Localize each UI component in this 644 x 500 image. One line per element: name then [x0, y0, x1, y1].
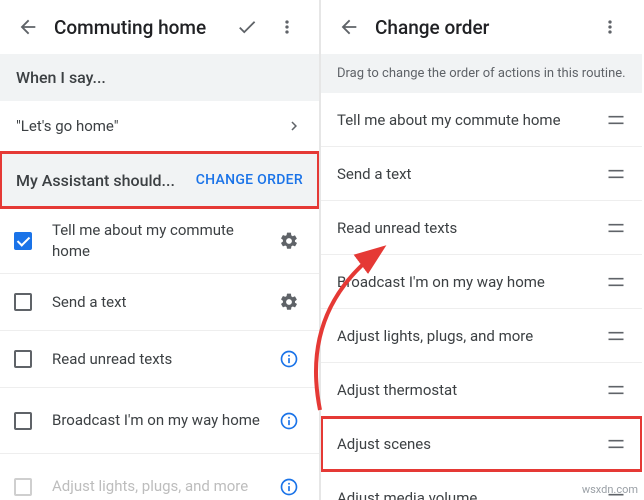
action-label: Broadcast I'm on my way home	[52, 410, 271, 430]
drag-hint: Drag to change the order of actions in t…	[321, 54, 642, 93]
action-label: Send a text	[52, 292, 271, 312]
order-row[interactable]: Adjust media volume	[321, 471, 642, 500]
order-label: Broadcast I'm on my way home	[337, 273, 545, 291]
page-title-right: Change order	[369, 16, 590, 39]
order-label: Tell me about my commute home	[337, 111, 561, 129]
actions-list: Tell me about my commute home Send a text…	[0, 208, 319, 500]
page-title-left: Commuting home	[48, 16, 227, 39]
drag-handle-icon[interactable]	[606, 272, 626, 292]
more-vert-icon[interactable]	[590, 7, 630, 47]
trigger-phrase-text: "Let's go home"	[16, 117, 119, 135]
order-row[interactable]: Adjust thermostat	[321, 363, 642, 417]
action-row[interactable]: Read unread texts	[0, 331, 319, 388]
appbar-right: Change order	[321, 0, 642, 54]
assistant-should-header: My Assistant should... CHANGE ORDER	[0, 152, 319, 208]
when-i-say-header: When I say...	[0, 54, 319, 101]
drag-handle-icon[interactable]	[606, 326, 626, 346]
action-checkbox[interactable]	[14, 232, 32, 250]
drag-handle-icon[interactable]	[606, 434, 626, 454]
drag-handle-icon[interactable]	[606, 164, 626, 184]
action-checkbox	[14, 478, 32, 496]
chevron-right-icon	[285, 117, 303, 135]
trigger-phrase-row[interactable]: "Let's go home"	[0, 101, 319, 152]
action-row[interactable]: Adjust lights, plugs, and more	[0, 454, 319, 500]
drag-handle-icon[interactable]	[606, 488, 626, 500]
appbar-left: Commuting home	[0, 0, 319, 54]
order-label: Adjust media volume	[337, 489, 477, 500]
back-icon[interactable]	[8, 7, 48, 47]
back-icon[interactable]	[329, 7, 369, 47]
action-row[interactable]: Broadcast I'm on my way home	[0, 388, 319, 454]
more-vert-icon[interactable]	[267, 7, 307, 47]
order-label: Adjust thermostat	[337, 381, 457, 399]
order-label: Send a text	[337, 165, 411, 183]
action-checkbox[interactable]	[14, 293, 32, 311]
order-row[interactable]: Broadcast I'm on my way home	[321, 255, 642, 309]
order-row[interactable]: Adjust scenes	[321, 417, 642, 471]
drag-handle-icon[interactable]	[606, 110, 626, 130]
gear-icon[interactable]	[271, 284, 307, 320]
routine-detail-screen: Commuting home When I say... "Let's go h…	[0, 0, 321, 500]
when-i-say-label: When I say...	[16, 68, 106, 87]
order-row[interactable]: Read unread texts	[321, 201, 642, 255]
action-row[interactable]: Tell me about my commute home	[0, 208, 319, 274]
info-icon[interactable]	[271, 341, 307, 377]
order-label: Adjust scenes	[337, 435, 431, 453]
drag-handle-icon[interactable]	[606, 218, 626, 238]
order-row[interactable]: Adjust lights, plugs, and more	[321, 309, 642, 363]
assistant-should-label: My Assistant should...	[16, 171, 175, 190]
order-label: Read unread texts	[337, 219, 457, 237]
order-row[interactable]: Send a text	[321, 147, 642, 201]
change-order-button[interactable]: CHANGE ORDER	[188, 166, 311, 194]
action-checkbox[interactable]	[14, 412, 32, 430]
confirm-icon[interactable]	[227, 7, 267, 47]
action-label: Adjust lights, plugs, and more	[52, 476, 271, 496]
action-row[interactable]: Send a text	[0, 274, 319, 331]
action-checkbox[interactable]	[14, 350, 32, 368]
action-label: Read unread texts	[52, 349, 271, 369]
action-label: Tell me about my commute home	[52, 220, 271, 261]
order-row[interactable]: Tell me about my commute home	[321, 93, 642, 147]
info-icon[interactable]	[271, 469, 307, 500]
info-icon[interactable]	[271, 403, 307, 439]
change-order-screen: Change order Drag to change the order of…	[321, 0, 642, 500]
order-list: Tell me about my commute home Send a text…	[321, 93, 642, 500]
order-label: Adjust lights, plugs, and more	[337, 327, 533, 345]
gear-icon[interactable]	[271, 223, 307, 259]
drag-handle-icon[interactable]	[606, 380, 626, 400]
